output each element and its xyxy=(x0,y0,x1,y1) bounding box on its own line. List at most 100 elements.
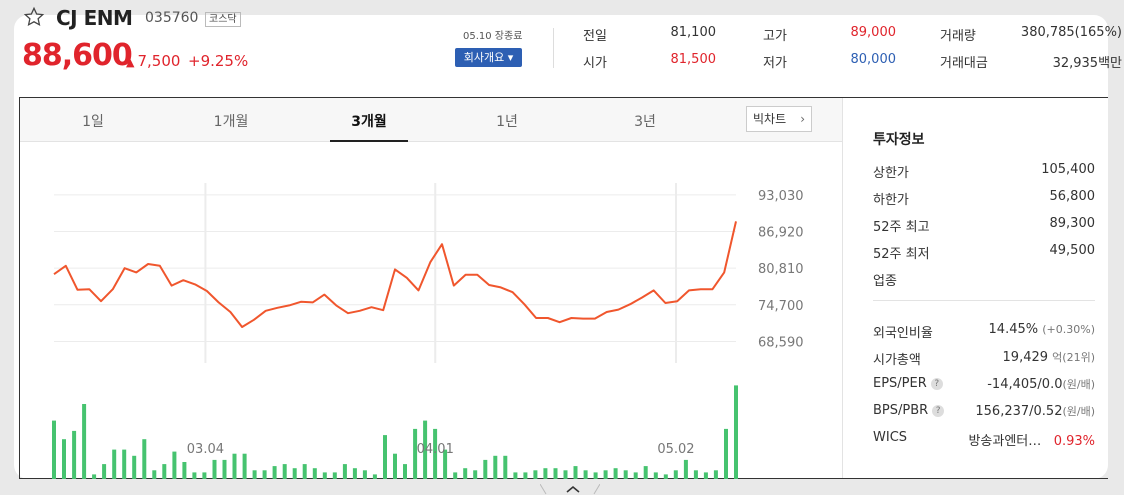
chevron-right-icon: › xyxy=(800,112,805,126)
active-tab-indicator xyxy=(330,140,408,142)
volume-bar xyxy=(282,464,287,479)
market-cap-number: 19,429 xyxy=(1002,350,1049,365)
bps-pbr-unit: (원/배) xyxy=(1062,405,1095,418)
tab-1y[interactable]: 1년 xyxy=(496,111,518,131)
high-label: 고가 xyxy=(763,29,787,44)
volume-bar xyxy=(583,470,588,479)
upper-limit-value: 105,400 xyxy=(1041,162,1095,177)
foreign-ratio-change: (+0.30%) xyxy=(1042,323,1095,336)
week52-high-label: 52주 최고 xyxy=(873,220,930,235)
tab-3m[interactable]: 3개월 xyxy=(351,111,387,131)
volume-bar xyxy=(332,472,337,479)
price-line xyxy=(53,221,737,328)
market-cap-row: 시가총액 19,429 억(21위) xyxy=(873,349,1095,368)
volume-bar xyxy=(232,453,237,479)
open-value: 81,500 xyxy=(670,52,717,67)
current-price: 88,600 xyxy=(22,38,133,73)
period-tabs: 1일 1개월 3개월 1년 3년 빅차트 › xyxy=(20,98,842,142)
volume-bar xyxy=(312,468,317,479)
wics-label: WICS xyxy=(873,430,908,445)
wics-sector[interactable]: 방송과엔터… xyxy=(968,434,1041,449)
help-icon[interactable]: ? xyxy=(932,405,945,417)
tab-1d[interactable]: 1일 xyxy=(82,111,104,131)
company-overview-button[interactable]: 회사개요 ▾ xyxy=(455,48,522,67)
volume-bar xyxy=(322,472,327,479)
week52-low-row: 52주 최저 49,500 xyxy=(873,243,1095,262)
x-tick-label: 03.04 xyxy=(187,442,224,457)
volume-bar xyxy=(453,472,458,479)
volume-bar xyxy=(102,464,107,479)
volume-bar xyxy=(513,472,518,479)
eps-per-label-text: EPS/PER xyxy=(873,376,927,391)
divider xyxy=(553,28,554,68)
volume-bar xyxy=(142,439,147,479)
market-badge: 코스닥 xyxy=(205,12,241,27)
wics-sector-change: 0.93% xyxy=(1053,434,1095,449)
volume-bar xyxy=(362,470,367,479)
volume-bar xyxy=(393,453,397,479)
volume-bar xyxy=(342,464,347,479)
volume-label: 거래량 xyxy=(940,29,976,44)
eps-per-number: -14,405/0.0 xyxy=(987,377,1063,392)
high-value: 89,000 xyxy=(850,25,897,40)
tab-1m[interactable]: 1개월 xyxy=(214,111,249,131)
open-label: 시가 xyxy=(583,56,607,71)
chart-panel: 1일 1개월 3개월 1년 3년 빅차트 › 93,030 86,920 80,810… xyxy=(19,97,1108,479)
week52-high-value: 89,300 xyxy=(1049,216,1096,231)
help-icon[interactable]: ? xyxy=(930,378,943,390)
market-close-note: 05.10 장종료 xyxy=(463,31,523,42)
price-chart[interactable]: 93,030 86,920 80,810 74,700 68,590 03.04 04.01… xyxy=(20,143,842,479)
volume-bar xyxy=(663,474,668,479)
volume-bar xyxy=(82,404,87,479)
volume-bar xyxy=(734,385,738,479)
chevron-up-icon[interactable] xyxy=(540,484,600,495)
x-tick-label: 05.02 xyxy=(657,442,694,457)
tab-3y[interactable]: 3년 xyxy=(634,111,656,131)
week52-high-row: 52주 최고 89,300 xyxy=(873,216,1096,235)
x-tick-label: 04.01 xyxy=(417,442,454,457)
volume-bar xyxy=(92,474,97,479)
eps-per-label: EPS/PER? xyxy=(873,376,943,391)
volume-bar xyxy=(553,468,558,479)
wics-value: 방송과엔터… 0.93% xyxy=(968,430,1095,449)
volume-value: 380,785(165%) xyxy=(1020,25,1122,40)
volume-bar xyxy=(533,470,538,479)
volume-bar xyxy=(403,464,407,479)
volume-bar xyxy=(272,466,277,479)
amount-label: 거래대금 xyxy=(940,56,988,71)
market-cap-rank: 억(21위) xyxy=(1052,351,1095,364)
bps-pbr-label-text: BPS/PBR xyxy=(873,403,929,418)
y-tick-label: 80,810 xyxy=(758,262,804,277)
eps-per-value: -14,405/0.0(원/배) xyxy=(987,376,1095,392)
volume-bar xyxy=(523,472,528,479)
volume-bar xyxy=(724,428,728,479)
eps-per-unit: (원/배) xyxy=(1062,378,1095,391)
prev-close-label: 전일 xyxy=(583,29,607,44)
foreign-ratio-number: 14.45% xyxy=(988,322,1039,337)
volume-bar xyxy=(372,474,377,479)
volume-bar xyxy=(72,430,77,479)
volume-bar xyxy=(463,468,468,479)
price-change: ▲ 7,500 xyxy=(126,52,180,70)
volume-bar xyxy=(242,453,247,479)
stock-code: 035760 xyxy=(145,10,199,26)
volume-bar xyxy=(593,472,598,479)
volume-bar xyxy=(52,420,56,479)
bps-pbr-label: BPS/PBR? xyxy=(873,403,945,418)
lower-limit-label: 하한가 xyxy=(873,193,909,208)
foreign-ratio-label: 외국인비율 xyxy=(873,326,933,341)
volume-bar xyxy=(192,472,197,479)
lower-limit-row: 하한가 56,800 xyxy=(873,189,1096,208)
volume-bar xyxy=(202,472,207,479)
volume-bar xyxy=(252,470,257,479)
big-chart-button[interactable]: 빅차트 › xyxy=(746,106,812,132)
upper-limit-label: 상한가 xyxy=(873,166,909,181)
big-chart-label: 빅차트 xyxy=(753,112,787,126)
industry-label: 업종 xyxy=(873,274,897,289)
star-icon[interactable] xyxy=(23,6,45,28)
lower-limit-value: 56,800 xyxy=(1049,189,1096,204)
price-change-pct: +9.25% xyxy=(188,52,249,70)
volume-bar xyxy=(633,472,638,479)
volume-bar xyxy=(383,435,387,479)
volume-bar xyxy=(473,470,478,479)
